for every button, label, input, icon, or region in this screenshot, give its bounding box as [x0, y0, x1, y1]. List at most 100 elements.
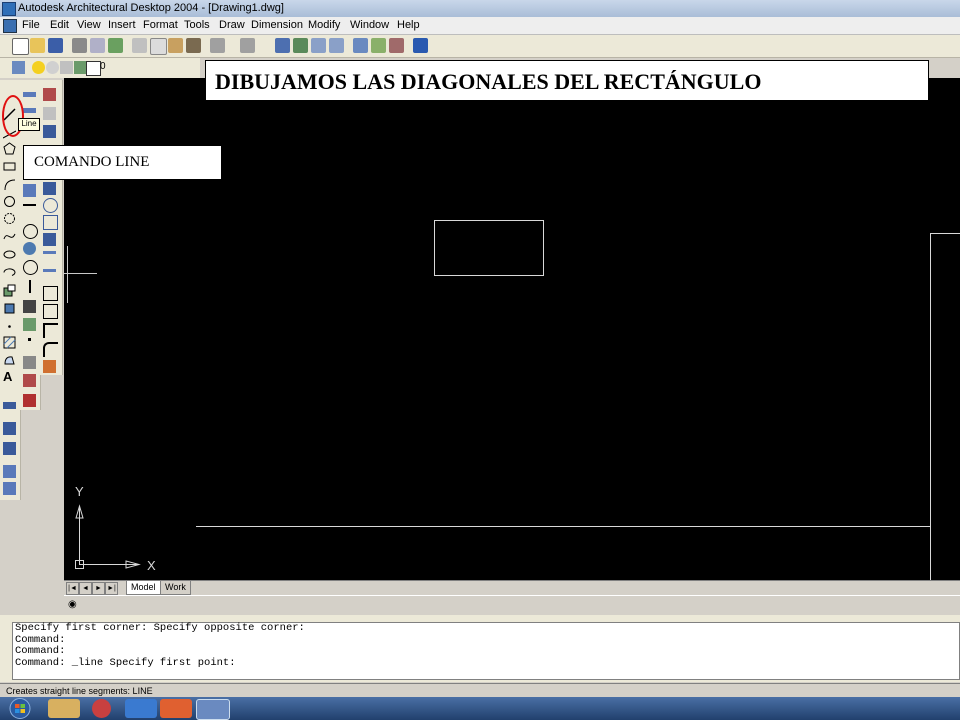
- point-icon[interactable]: [3, 320, 16, 333]
- menu-dimension[interactable]: Dimension: [249, 17, 305, 34]
- snap-tangent-icon[interactable]: [23, 260, 38, 275]
- snap-nearest-icon[interactable]: [23, 356, 36, 369]
- redo-icon[interactable]: [240, 38, 255, 53]
- snap-extension-icon[interactable]: [23, 204, 36, 206]
- properties-icon[interactable]: [353, 38, 368, 53]
- tab-work[interactable]: Work: [160, 581, 191, 595]
- snap-perpendicular-icon[interactable]: [29, 280, 31, 293]
- snap-node-icon[interactable]: [28, 338, 31, 341]
- help-icon[interactable]: [413, 38, 428, 53]
- trim-icon[interactable]: [43, 251, 56, 254]
- mirror-icon[interactable]: [43, 125, 56, 138]
- document-icon[interactable]: [3, 19, 17, 33]
- multiline-text-icon[interactable]: A: [3, 370, 16, 383]
- next-tab-button[interactable]: ►: [92, 582, 105, 595]
- layer-name[interactable]: 0: [100, 61, 106, 72]
- start-button-icon[interactable]: [3, 697, 37, 720]
- tool-palettes-icon[interactable]: [389, 38, 404, 53]
- command-prompt[interactable]: Command: _line Specify first point:: [15, 657, 959, 670]
- snap-insert-icon[interactable]: [23, 318, 36, 331]
- hatch-icon[interactable]: [3, 336, 16, 349]
- layer-freeze-icon[interactable]: [46, 61, 59, 74]
- polygon-icon[interactable]: [3, 142, 16, 155]
- print-icon[interactable]: [72, 38, 87, 53]
- layer-manager-icon[interactable]: [12, 61, 25, 74]
- extend-icon[interactable]: [43, 269, 56, 272]
- menu-tools[interactable]: Tools: [182, 17, 212, 34]
- snap-none-icon[interactable]: [23, 374, 36, 387]
- temporary-tracking-icon[interactable]: [23, 92, 36, 97]
- match-properties-icon[interactable]: [186, 38, 201, 53]
- layer-color-icon[interactable]: [86, 61, 101, 76]
- architecture-tool-icon-3[interactable]: [3, 442, 16, 455]
- osnap-settings-icon[interactable]: [23, 394, 36, 407]
- layer-lock-icon[interactable]: [60, 61, 73, 74]
- menu-insert[interactable]: Insert: [106, 17, 138, 34]
- menu-file[interactable]: File: [20, 17, 42, 34]
- architecture-tool-icon-5[interactable]: [3, 482, 16, 495]
- snap-quadrant-icon[interactable]: [23, 242, 36, 255]
- undo-icon[interactable]: [210, 38, 225, 53]
- insert-block-icon[interactable]: [3, 284, 16, 297]
- zoom-window-icon[interactable]: [311, 38, 326, 53]
- revision-cloud-icon[interactable]: [3, 212, 16, 225]
- paste-icon[interactable]: [168, 38, 183, 53]
- arc-icon[interactable]: [3, 178, 16, 191]
- move-icon[interactable]: [43, 182, 56, 195]
- autocad-taskbar-icon[interactable]: [196, 699, 230, 720]
- circle-icon[interactable]: [3, 195, 16, 208]
- media-player-taskbar-icon[interactable]: [92, 699, 111, 718]
- break-icon[interactable]: [43, 286, 58, 301]
- spline-icon[interactable]: [3, 230, 16, 243]
- region-icon[interactable]: [3, 354, 16, 367]
- cut-icon[interactable]: [132, 38, 147, 53]
- first-tab-button[interactable]: |◄: [66, 582, 79, 595]
- menu-format[interactable]: Format: [141, 17, 180, 34]
- zoom-realtime-icon[interactable]: [293, 38, 308, 53]
- pan-icon[interactable]: [275, 38, 290, 53]
- menu-window[interactable]: Window: [348, 17, 391, 34]
- drawn-rectangle[interactable]: [434, 220, 544, 276]
- snap-intersection-icon[interactable]: [23, 184, 36, 197]
- app-icon[interactable]: [2, 2, 16, 16]
- design-center-icon[interactable]: [371, 38, 386, 53]
- open-icon[interactable]: [30, 38, 45, 53]
- snap-center-icon[interactable]: [23, 224, 38, 239]
- architecture-tool-icon-4[interactable]: [3, 465, 16, 478]
- new-icon[interactable]: [12, 38, 29, 55]
- stretch-icon[interactable]: [43, 233, 56, 246]
- fillet-icon[interactable]: [43, 323, 58, 338]
- last-tab-button[interactable]: ►|: [105, 582, 118, 595]
- ellipse-arc-icon[interactable]: [3, 266, 16, 279]
- architecture-tool-icon-1[interactable]: [3, 402, 16, 409]
- menu-draw[interactable]: Draw: [217, 17, 247, 34]
- ellipse-icon[interactable]: [3, 248, 16, 261]
- explode-icon[interactable]: [43, 360, 56, 373]
- tab-model[interactable]: Model: [126, 581, 161, 595]
- snap-from-icon[interactable]: [23, 108, 36, 113]
- erase-icon[interactable]: [43, 88, 56, 101]
- scale-icon[interactable]: [43, 215, 58, 230]
- make-block-icon[interactable]: [3, 302, 16, 315]
- fillet-arc-icon[interactable]: [43, 342, 58, 357]
- rotate-icon[interactable]: [43, 198, 58, 213]
- save-icon[interactable]: [48, 38, 63, 53]
- copy-icon[interactable]: [150, 38, 167, 55]
- internet-explorer-taskbar-icon[interactable]: [125, 699, 157, 718]
- prev-tab-button[interactable]: ◄: [79, 582, 92, 595]
- horizontal-scroll-area[interactable]: ◉: [64, 595, 960, 612]
- zoom-previous-icon[interactable]: [329, 38, 344, 53]
- snap-parallel-icon[interactable]: [23, 300, 36, 313]
- explorer-taskbar-icon[interactable]: [48, 699, 80, 718]
- rectangle-icon[interactable]: [3, 160, 16, 173]
- publish-icon[interactable]: [108, 38, 123, 53]
- architecture-tool-icon-2[interactable]: [3, 422, 16, 435]
- layer-on-icon[interactable]: [32, 61, 45, 74]
- menu-modify[interactable]: Modify: [306, 17, 342, 34]
- print-preview-icon[interactable]: [90, 38, 105, 53]
- menu-edit[interactable]: Edit: [48, 17, 71, 34]
- command-history[interactable]: Specify first corner: Specify opposite c…: [12, 622, 960, 680]
- copy-object-icon[interactable]: [43, 107, 56, 120]
- menu-help[interactable]: Help: [395, 17, 422, 34]
- office-taskbar-icon[interactable]: [160, 699, 192, 718]
